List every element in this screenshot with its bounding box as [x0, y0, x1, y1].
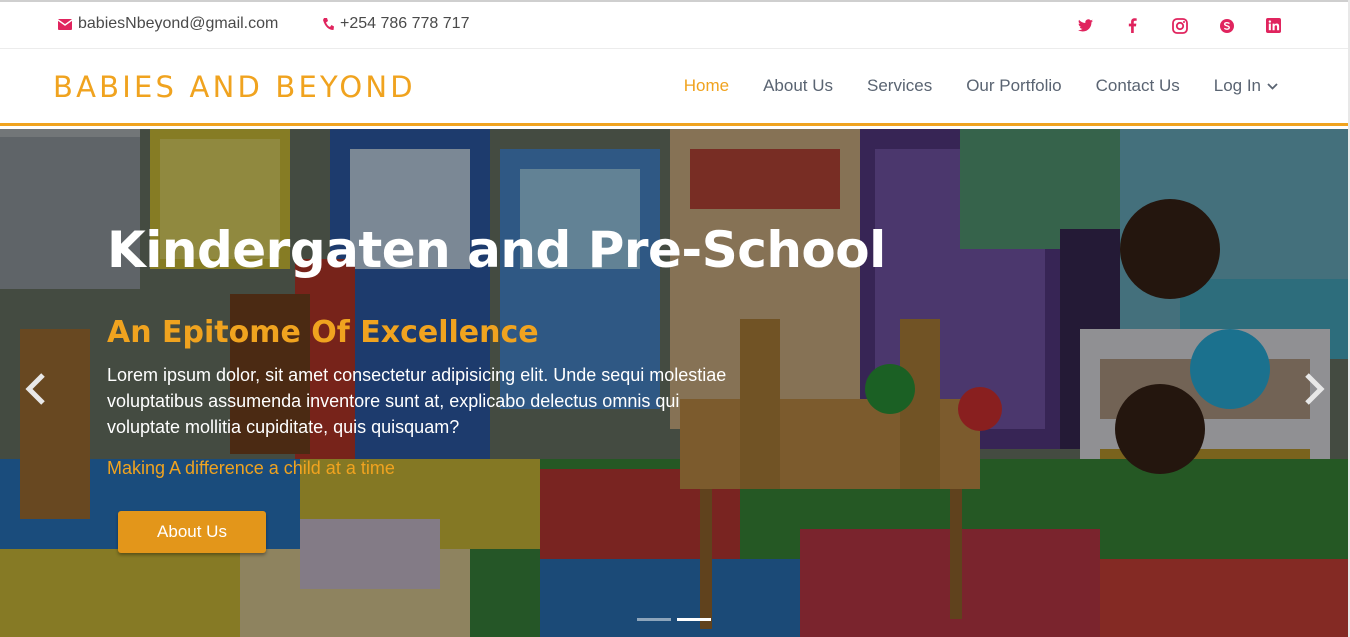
nav-home[interactable]: Home: [684, 76, 729, 96]
carousel-indicator[interactable]: [637, 618, 671, 621]
chevron-right-icon: [1305, 373, 1325, 405]
hero-tagline: Making A difference a child at a time: [107, 458, 395, 478]
nav-menu: Home About Us Services Our Portfolio Con…: [684, 76, 1278, 96]
about-us-button[interactable]: About Us: [118, 511, 266, 553]
top-info-bar: babiesNbeyond@gmail.com +254 786 778 717: [0, 0, 1350, 49]
hero-carousel: Kindergaten and Pre-School An Epitome Of…: [0, 129, 1350, 637]
brand-logo[interactable]: BABIES AND BEYOND: [53, 70, 416, 104]
carousel-next-button[interactable]: [1300, 369, 1330, 409]
nav-services[interactable]: Services: [867, 76, 932, 96]
envelope-icon: [58, 18, 72, 30]
carousel-prev-button[interactable]: [20, 369, 50, 409]
hero-title: Kindergaten and Pre-School: [107, 221, 886, 279]
nav-about-us[interactable]: About Us: [763, 76, 833, 96]
social-links: [1077, 17, 1282, 34]
twitter-icon[interactable]: [1077, 17, 1094, 34]
email-text: babiesNbeyond@gmail.com: [78, 15, 279, 32]
carousel-indicator-active[interactable]: [677, 618, 711, 621]
email-contact[interactable]: babiesNbeyond@gmail.com: [58, 15, 278, 33]
skype-icon[interactable]: [1218, 17, 1235, 34]
facebook-icon[interactable]: [1124, 17, 1141, 34]
carousel-indicators: [637, 618, 711, 621]
phone-text: +254 786 778 717: [340, 15, 470, 32]
main-navbar: BABIES AND BEYOND Home About Us Services…: [0, 49, 1350, 126]
instagram-icon[interactable]: [1171, 17, 1188, 34]
nav-our-portfolio[interactable]: Our Portfolio: [966, 76, 1061, 96]
chevron-down-icon: [1267, 82, 1278, 90]
nav-log-in[interactable]: Log In: [1214, 76, 1278, 96]
chevron-left-icon: [25, 373, 45, 405]
phone-icon: [323, 18, 334, 30]
linkedin-icon[interactable]: [1265, 17, 1282, 34]
phone-contact[interactable]: +254 786 778 717: [322, 15, 469, 33]
nav-log-in-label: Log In: [1213, 76, 1261, 95]
hero-description: Lorem ipsum dolor, sit amet consectetur …: [107, 365, 727, 437]
hero-subtitle: An Epitome Of Excellence: [107, 315, 539, 350]
nav-contact-us[interactable]: Contact Us: [1096, 76, 1180, 96]
